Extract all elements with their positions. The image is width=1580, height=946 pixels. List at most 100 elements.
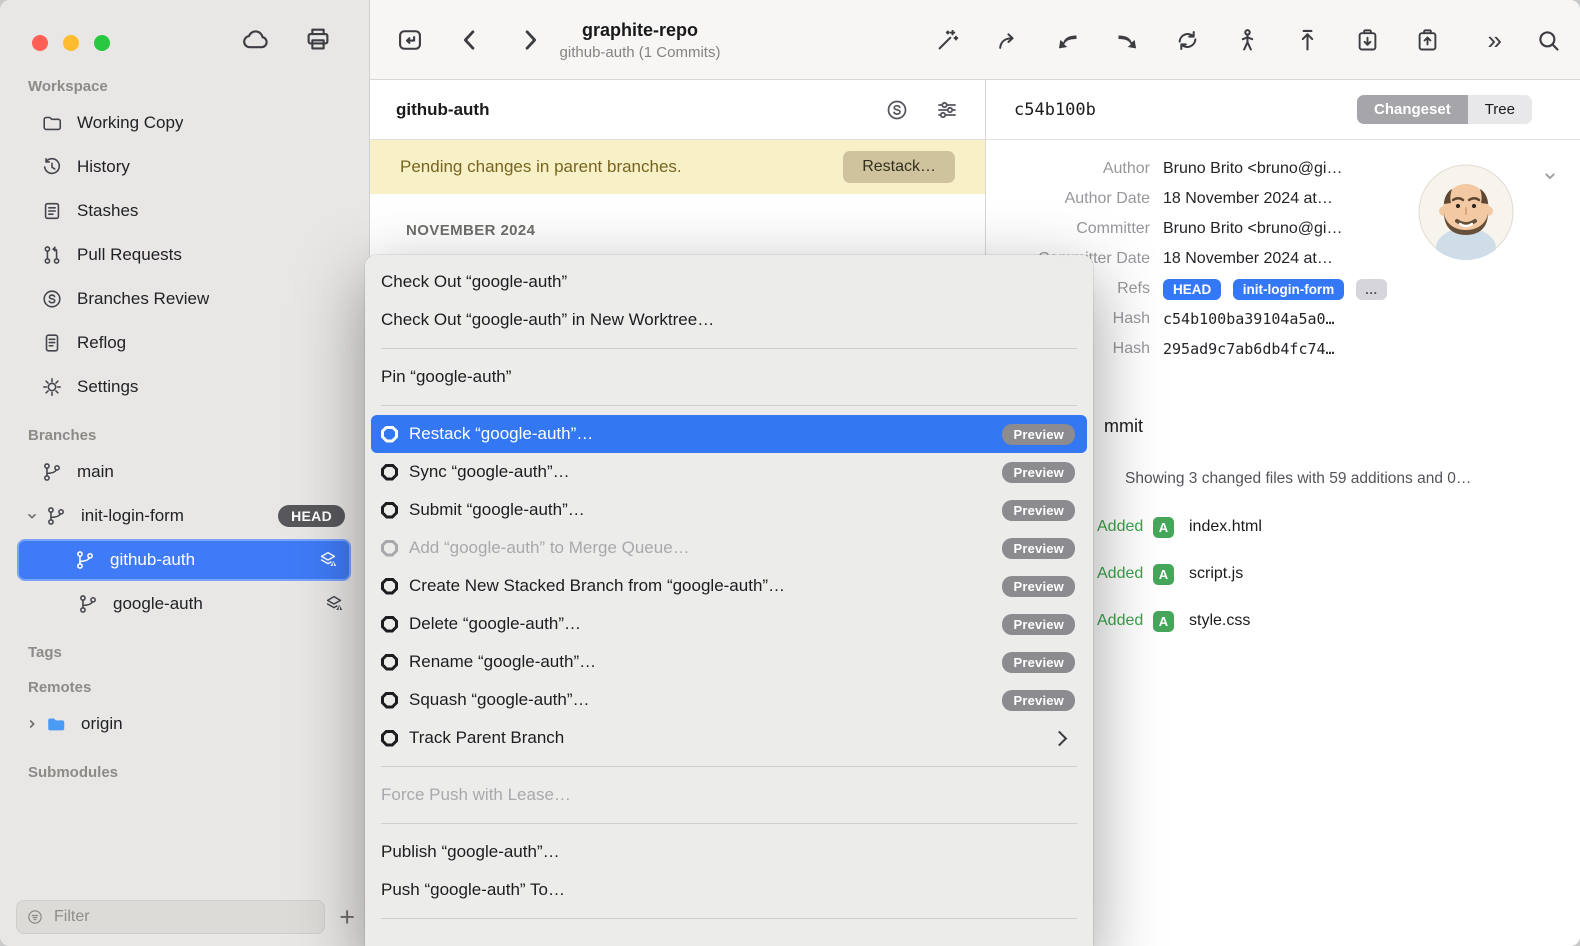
preview-badge: Preview: [1002, 462, 1075, 483]
file-status: Added: [1097, 612, 1143, 630]
graphite-octagon-icon: [381, 502, 398, 519]
sidebar-item-branch-google-auth[interactable]: google-auth: [16, 582, 355, 626]
menu-item-track-parent-branch[interactable]: Track Parent Branch: [371, 719, 1087, 757]
close-window-button[interactable]: [32, 35, 48, 51]
folder-icon: [40, 112, 64, 134]
sidebar-item-working-copy[interactable]: Working Copy: [16, 101, 355, 145]
stack-view-icon[interactable]: [885, 98, 909, 122]
stash-icon: [40, 200, 64, 222]
sidebar-item-label: Working Copy: [77, 113, 183, 133]
menu-item-label: Squash “google-auth”…: [409, 690, 590, 710]
app-window: Workspace Working Copy History Stashes P…: [0, 0, 1580, 946]
graphite-octagon-icon: [381, 730, 398, 747]
section-title-tags: Tags: [28, 644, 343, 661]
menu-item-label: Push “google-auth” To…: [381, 880, 565, 900]
menu-item-delete[interactable]: Delete “google-auth”… Preview: [371, 605, 1087, 643]
avatar: [1418, 164, 1514, 260]
sidebar-item-history[interactable]: History: [16, 145, 355, 189]
menu-item-create-stacked-branch[interactable]: Create New Stacked Branch from “google-a…: [371, 567, 1087, 605]
restack-button[interactable]: Restack…: [843, 151, 955, 183]
print-icon[interactable]: [303, 24, 333, 54]
menu-separator: [381, 405, 1077, 406]
sidebar-item-label: origin: [81, 714, 123, 734]
graphite-octagon-icon: [381, 426, 398, 443]
quick-open-icon[interactable]: [396, 26, 424, 54]
filter-input[interactable]: [52, 907, 315, 927]
pull-arrow-icon[interactable]: [1054, 27, 1081, 54]
sidebar-item-stashes[interactable]: Stashes: [16, 189, 355, 233]
menu-separator: [381, 766, 1077, 767]
sidebar-item-branch-init-login-form[interactable]: init-login-form HEAD: [16, 494, 355, 538]
sidebar-item-reflog[interactable]: Reflog: [16, 321, 355, 365]
menu-item-squash[interactable]: Squash “google-auth”… Preview: [371, 681, 1087, 719]
menu-item-sync[interactable]: Sync “google-auth”… Preview: [371, 453, 1087, 491]
sidebar-item-settings[interactable]: Settings: [16, 365, 355, 409]
tab-changeset[interactable]: Changeset: [1357, 95, 1468, 124]
sidebar-item-pull-requests[interactable]: Pull Requests: [16, 233, 355, 277]
menu-separator: [381, 823, 1077, 824]
commit-message: mmit: [1104, 416, 1143, 437]
branch-context-menu: Check Out “google-auth” Check Out “googl…: [365, 255, 1093, 946]
sidebar-item-branches-review[interactable]: Branches Review: [16, 277, 355, 321]
stash-apply-icon[interactable]: [1354, 27, 1381, 54]
file-name: index.html: [1189, 518, 1262, 536]
git-branch-icon: [44, 505, 68, 527]
menu-separator: [381, 918, 1077, 919]
commit-id: c54b100b: [1014, 100, 1096, 120]
stack-warning-icon: [317, 549, 339, 571]
submenu-chevron-icon: [1052, 730, 1068, 746]
back-icon[interactable]: [456, 26, 484, 54]
chevron-right-icon[interactable]: [24, 716, 40, 732]
push-arrow-icon[interactable]: [1114, 27, 1141, 54]
refs-more-button[interactable]: …: [1356, 279, 1387, 300]
filter-sliders-icon[interactable]: [935, 98, 959, 122]
menu-item-submit[interactable]: Submit “google-auth”… Preview: [371, 491, 1087, 529]
commit-up-icon[interactable]: [1294, 27, 1321, 54]
menu-item-label: Check Out “google-auth”: [381, 272, 567, 292]
zoom-window-button[interactable]: [94, 35, 110, 51]
menu-item-checkout[interactable]: Check Out “google-auth”: [371, 263, 1087, 301]
remote-folder-icon: [44, 713, 68, 735]
field-label: Author: [986, 160, 1163, 178]
toolbar-overflow-button[interactable]: »: [1488, 25, 1502, 56]
graphite-octagon-icon: [381, 692, 398, 709]
menu-item-add-merge-queue[interactable]: Add “google-auth” to Merge Queue… Previe…: [371, 529, 1087, 567]
tab-tree[interactable]: Tree: [1468, 95, 1532, 124]
sidebar-item-label: History: [77, 157, 130, 177]
menu-item-restack[interactable]: Restack “google-auth”… Preview: [371, 415, 1087, 453]
sidebar-item-branch-main[interactable]: main: [16, 450, 355, 494]
magic-wand-icon[interactable]: [934, 27, 961, 54]
menu-item-rename[interactable]: Rename “google-auth”… Preview: [371, 643, 1087, 681]
share-arrow-icon[interactable]: [994, 27, 1021, 54]
sync-icon[interactable]: [1174, 27, 1201, 54]
walking-figure-icon[interactable]: [1234, 27, 1261, 54]
section-title-workspace: Workspace: [28, 78, 343, 95]
sidebar-item-label: main: [77, 462, 114, 482]
field-value: 18 November 2024 at…: [1163, 190, 1333, 208]
file-status: Added: [1097, 518, 1143, 536]
menu-item-pin[interactable]: Pin “google-auth”: [371, 358, 1087, 396]
sidebar-item-label: Pull Requests: [77, 245, 182, 265]
head-badge: HEAD: [278, 505, 345, 527]
branches-review-icon: [40, 288, 64, 310]
menu-item-publish[interactable]: Publish “google-auth”…: [371, 833, 1087, 871]
menu-item-label: Add “google-auth” to Merge Queue…: [409, 538, 690, 558]
preview-badge: Preview: [1002, 500, 1075, 521]
stash-save-icon[interactable]: [1414, 27, 1441, 54]
sidebar-item-remote-origin[interactable]: origin: [16, 702, 355, 746]
menu-item-push-to[interactable]: Push “google-auth” To…: [371, 871, 1087, 909]
chevron-down-icon[interactable]: [24, 508, 40, 524]
add-button[interactable]: +: [337, 904, 357, 931]
search-icon[interactable]: [1535, 27, 1562, 54]
cloud-services-icon[interactable]: [241, 24, 271, 54]
parent-hash: 295ad9c7ab6db4fc74…: [1163, 340, 1335, 358]
sidebar-item-branch-github-auth[interactable]: github-auth: [17, 539, 351, 581]
menu-item-checkout-worktree[interactable]: Check Out “google-auth” in New Worktree…: [371, 301, 1087, 339]
sidebar: Workspace Working Copy History Stashes P…: [0, 0, 370, 946]
menu-item-force-push-lease[interactable]: Force Push with Lease…: [371, 776, 1087, 814]
toolbar: graphite-repo github-auth (1 Commits) »: [370, 0, 1580, 80]
minimize-window-button[interactable]: [63, 35, 79, 51]
filter-field[interactable]: [16, 900, 325, 934]
ref-badge-branch: init-login-form: [1233, 279, 1344, 300]
author-details-chevron-icon[interactable]: [1540, 166, 1560, 186]
